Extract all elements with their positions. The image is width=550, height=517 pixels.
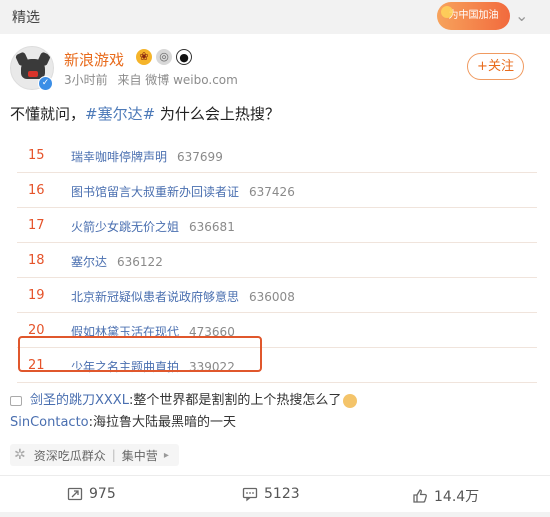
chevron-down-icon[interactable]: ⌄ (515, 6, 528, 25)
thumbs-up-icon (413, 489, 427, 503)
emoji-icon (343, 394, 358, 408)
group-camp: 集中营 (121, 448, 158, 463)
hot-search-row[interactable]: 15 瑞幸咖啡停牌声明 637699 (17, 138, 537, 173)
hot-search-title: 北京新冠疑似患者说政府够意思 (71, 290, 240, 304)
comment-button[interactable]: 5123 (242, 486, 300, 502)
comment-icon (242, 487, 258, 502)
hot-search-row-highlighted[interactable]: 18 塞尔达 636122 (17, 243, 537, 278)
group-name: 资深吃瓜群众 (33, 448, 106, 463)
post-meta: 3小时前 来自 微博 weibo.com (64, 71, 238, 88)
hot-search-count: 636122 (117, 255, 163, 269)
hot-search-entry: 北京新冠疑似患者说政府够意思 636008 (71, 288, 295, 305)
rank-number: 19 (28, 288, 45, 303)
hashtag-link[interactable]: #塞尔达# (85, 105, 155, 123)
verified-icon: ✓ (38, 76, 53, 91)
hot-search-entry: 塞尔达 636122 (71, 253, 163, 270)
rank-number: 15 (28, 148, 45, 163)
avatar-detail (28, 71, 38, 77)
comment-count: 5123 (264, 486, 300, 502)
hot-search-entry: 图书馆留言大叔重新办回读者证 637426 (71, 183, 295, 200)
top-bar: 精选 为中国加油 ⌄ (0, 0, 550, 34)
hot-search-count: 637426 (249, 185, 295, 199)
hot-search-title: 火箭少女跳无价之姐 (71, 220, 180, 234)
hot-search-list: 15 瑞幸咖啡停牌声明 637699 16 图书馆留言大叔重新办回读者证 63742… (17, 138, 537, 383)
post-source: 来自 微博 weibo.com (117, 73, 238, 87)
bottom-spacer (0, 512, 550, 517)
repost-count: 975 (89, 486, 116, 502)
comment-author[interactable]: 剑圣的跳刀XXXL (30, 390, 129, 412)
rank-number: 18 (28, 253, 45, 268)
panda-icon: ● (176, 49, 192, 65)
hot-search-title: 瑞幸咖啡停牌声明 (71, 150, 168, 164)
hot-search-count: 636681 (189, 220, 235, 234)
fan-group-chip[interactable]: ✲ 资深吃瓜群众 | 集中营 ▸ (10, 444, 179, 466)
post-text: 不懂就问，#塞尔达# 为什么会上热搜？ (10, 103, 280, 124)
row-divider (17, 382, 537, 383)
section-label: 精选 (12, 10, 40, 26)
weibo-post-card: ✓ 新浪游戏 ❀ ◎ ● 3小时前 来自 微博 weibo.com +关注 不懂… (0, 34, 550, 517)
comment-item[interactable]: 剑圣的跳刀XXXL :整个世界都是割割的上个热搜怎么了 (10, 390, 530, 412)
like-count: 14.4万 (434, 489, 480, 505)
comment-preview: 剑圣的跳刀XXXL :整个世界都是割割的上个热搜怎么了 SinContacto … (10, 390, 530, 434)
post-text-after: 为什么会上热搜？ (155, 105, 280, 123)
comment-text: :海拉鲁大陆最黑暗的一天 (88, 415, 237, 430)
like-button[interactable]: 14.4万 (412, 486, 479, 506)
medal-icon: ◎ (156, 49, 172, 65)
highlight-box (18, 336, 262, 372)
comment-author[interactable]: SinContacto (10, 412, 89, 434)
comment-icon (10, 396, 22, 406)
follow-button[interactable]: +关注 (467, 53, 524, 80)
hot-search-count: 637699 (177, 150, 223, 164)
post-text-before: 不懂就问， (10, 105, 86, 123)
comment-item[interactable]: SinContacto :海拉鲁大陆最黑暗的一天 (10, 412, 530, 434)
post-time: 3小时前 (64, 73, 108, 87)
hot-search-entry: 瑞幸咖啡停牌声明 637699 (71, 148, 223, 165)
comment-text: :整个世界都是割割的上个热搜怎么了 (128, 393, 342, 408)
group-separator: | (111, 448, 116, 462)
hot-search-entry: 火箭少女跳无价之姐 636681 (71, 218, 235, 235)
promo-badge[interactable]: 为中国加油 (437, 2, 510, 30)
hot-search-row[interactable]: 16 图书馆留言大叔重新办回读者证 637426 (17, 173, 537, 208)
username[interactable]: 新浪游戏 (64, 49, 124, 70)
action-bar: 975 5123 14.4万 (0, 482, 550, 512)
hot-search-row[interactable]: 17 火箭少女跳无价之姐 636681 (17, 208, 537, 243)
repost-icon (67, 487, 83, 501)
hot-search-count: 636008 (249, 290, 295, 304)
vip-icon: ❀ (136, 49, 152, 65)
rank-number: 16 (28, 183, 45, 198)
hot-search-title: 图书馆留言大叔重新办回读者证 (71, 185, 240, 199)
user-badges: ❀ ◎ ● (136, 49, 192, 65)
action-divider (0, 475, 550, 476)
chevron-right-icon: ▸ (163, 449, 169, 461)
rank-number: 17 (28, 218, 45, 233)
hot-search-title: 塞尔达 (71, 255, 108, 269)
group-icon: ✲ (14, 447, 26, 463)
hot-search-row[interactable]: 19 北京新冠疑似患者说政府够意思 636008 (17, 278, 537, 313)
repost-button[interactable]: 975 (67, 486, 116, 502)
